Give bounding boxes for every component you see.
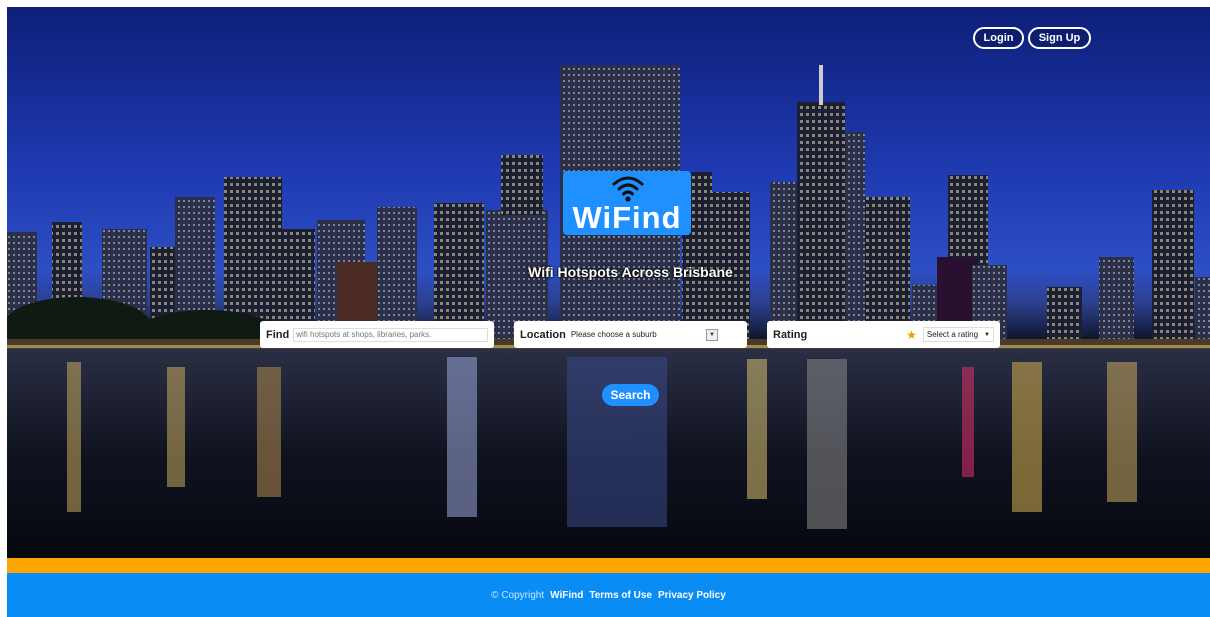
footer: © Copyright WiFind Terms of Use Privacy … <box>7 573 1210 617</box>
privacy-policy-link[interactable]: Privacy Policy <box>658 590 726 601</box>
logo-text: WiFind <box>572 200 682 235</box>
search-button[interactable]: Search <box>602 384 659 406</box>
orange-divider <box>7 558 1210 573</box>
rating-select[interactable]: Select a rating ▼ <box>922 327 994 342</box>
tagline: Wifi Hotspots Across Brisbane <box>528 264 733 280</box>
footer-brand: WiFind <box>550 589 584 601</box>
find-label: Find <box>266 328 290 341</box>
rating-select-value: Select a rating <box>926 330 979 339</box>
chevron-down-icon: ▼ <box>984 331 990 338</box>
wifi-icon <box>612 176 644 202</box>
login-button[interactable]: Login <box>973 27 1024 49</box>
chevron-down-icon[interactable]: ▼ <box>706 328 718 341</box>
star-icon: ★ <box>906 327 917 342</box>
find-input[interactable] <box>293 327 488 342</box>
copyright-text: © Copyright <box>491 589 545 601</box>
location-field: Location Please choose a suburb ▼ <box>514 321 747 348</box>
location-label: Location <box>520 328 566 341</box>
rating-label: Rating <box>773 328 808 341</box>
location-select-value: Please choose a suburb <box>570 330 657 339</box>
wifind-logo: WiFind <box>563 171 691 235</box>
terms-of-use-link[interactable]: Terms of Use <box>589 590 652 601</box>
hero-background: Login Sign Up WiFind Wifi Hotspots Acros… <box>7 7 1210 558</box>
location-select[interactable]: Please choose a suburb ▼ <box>570 328 741 341</box>
city-skyline-image <box>7 65 1210 558</box>
find-field: Find <box>260 321 494 348</box>
rating-control: ★ Select a rating ▼ <box>906 327 994 342</box>
signup-button[interactable]: Sign Up <box>1028 27 1091 49</box>
rating-field: Rating ★ Select a rating ▼ <box>767 321 1000 348</box>
page-frame: Login Sign Up WiFind Wifi Hotspots Acros… <box>7 7 1210 617</box>
